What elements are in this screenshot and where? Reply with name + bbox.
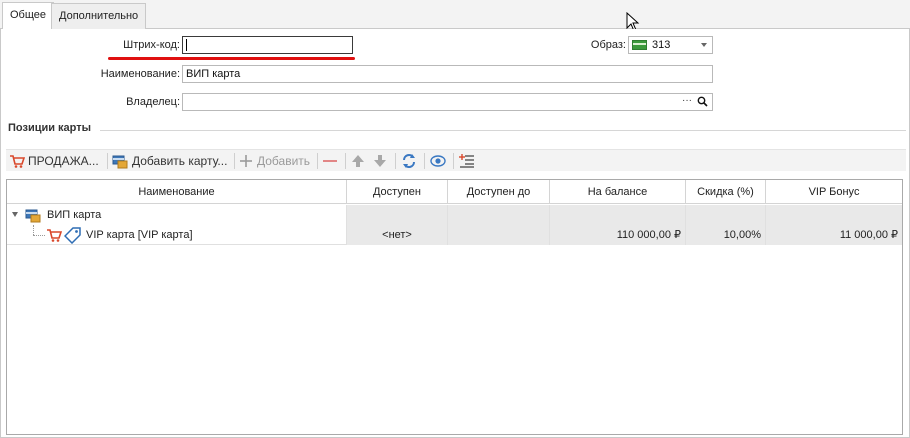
column-header-available-until[interactable]: Доступен до — [448, 180, 550, 204]
plus-icon — [240, 155, 252, 167]
highlight-underline — [108, 57, 355, 60]
price-tag-icon — [64, 227, 81, 244]
cart-icon — [10, 155, 25, 168]
toolbar-separator — [395, 153, 396, 169]
search-icon[interactable] — [697, 96, 708, 107]
toolbar-separator — [234, 153, 235, 169]
refresh-icon[interactable] — [401, 153, 417, 169]
table-row[interactable]: VIP карта [VIP карта] <нет> 110 000,00 ₽… — [7, 225, 902, 245]
column-header-available[interactable]: Доступен — [347, 180, 448, 204]
item-name: VIP карта [VIP карта] — [86, 229, 193, 241]
arrow-up-icon[interactable] — [351, 154, 365, 168]
section-title: Позиции карты — [8, 122, 92, 134]
add-card-button[interactable]: Добавить карту... — [132, 150, 227, 172]
text-caret — [186, 39, 187, 51]
column-header-balance[interactable]: На балансе — [550, 180, 686, 204]
tab-additional[interactable]: Дополнительно — [51, 3, 147, 29]
item-balance: 110 000,00 ₽ — [550, 225, 686, 245]
toolbar-separator — [317, 153, 318, 169]
toolbar-separator — [453, 153, 454, 169]
item-vip-bonus: 11 000,00 ₽ — [766, 225, 902, 245]
chevron-down-icon[interactable] — [701, 43, 707, 47]
group-row[interactable]: ВИП карта — [7, 205, 902, 225]
card-group-icon — [25, 209, 41, 223]
column-header-discount[interactable]: Скидка (%) — [686, 180, 766, 204]
sales-button[interactable]: ПРОДАЖА... — [28, 150, 99, 172]
column-header-name[interactable]: Наименование — [7, 180, 347, 204]
card-items-grid: Наименование Доступен Доступен до На бал… — [6, 179, 903, 435]
owner-input[interactable]: ··· — [182, 93, 713, 111]
column-header-vip-bonus[interactable]: VIP Бонус — [766, 180, 902, 204]
eye-icon[interactable] — [430, 153, 446, 169]
tree-connector — [33, 235, 45, 236]
add-card-icon — [112, 155, 128, 169]
ellipsis-button[interactable]: ··· — [682, 94, 692, 109]
add-button[interactable]: Добавить — [257, 150, 310, 172]
item-available-until — [448, 225, 550, 245]
column-settings-icon[interactable] — [459, 153, 475, 169]
owner-label: Владелец: — [126, 96, 180, 108]
toolbar-separator — [424, 153, 425, 169]
group-label: ВИП карта — [47, 209, 102, 221]
collapse-icon[interactable] — [12, 212, 18, 217]
barcode-label: Штрих-код: — [123, 39, 180, 51]
barcode-input[interactable] — [182, 36, 353, 54]
cart-icon — [47, 229, 62, 242]
section-divider — [100, 130, 906, 131]
name-input[interactable]: ВИП карта — [182, 65, 713, 83]
arrow-down-icon[interactable] — [373, 154, 387, 168]
toolbar-separator — [107, 153, 108, 169]
tab-general[interactable]: Общее — [2, 2, 55, 29]
items-toolbar: ПРОДАЖА... Добавить карту... Добавить — [6, 149, 906, 171]
image-label: Образ: — [590, 39, 626, 51]
item-available: <нет> — [347, 225, 448, 245]
toolbar-separator — [345, 153, 346, 169]
card-color-icon — [632, 40, 647, 50]
tree-connector — [33, 225, 34, 235]
item-discount: 10,00% — [686, 225, 766, 245]
tab-strip: Общее Дополнительно — [0, 0, 910, 29]
image-select[interactable]: 313 — [628, 36, 713, 54]
name-label: Наименование: — [100, 68, 180, 80]
minus-icon[interactable] — [322, 154, 338, 168]
